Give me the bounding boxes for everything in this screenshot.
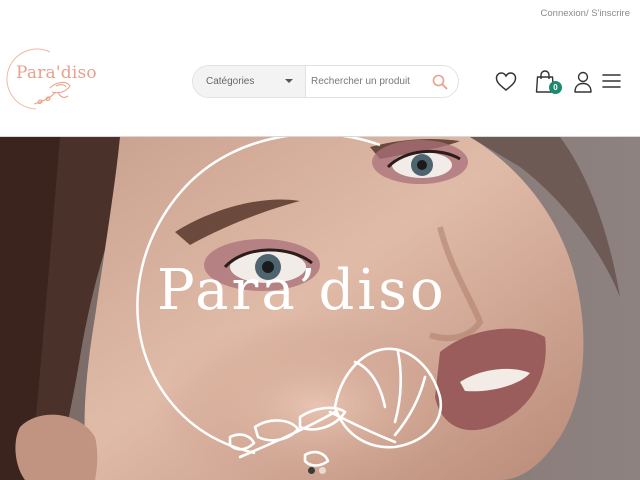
search-icon[interactable] bbox=[431, 73, 449, 91]
logo-text: Para'diso bbox=[16, 63, 97, 83]
hamburger-menu-icon[interactable] bbox=[602, 73, 621, 89]
top-bar: Connexion/ S'inscrire bbox=[0, 0, 640, 28]
hero-brand-logo: Para’diso bbox=[0, 137, 640, 480]
login-link[interactable]: Connexion bbox=[541, 8, 586, 19]
search-bar: Catégories bbox=[192, 65, 459, 98]
account-links: Connexion/ S'inscrire bbox=[541, 8, 630, 19]
hero-banner: Para’diso bbox=[0, 137, 640, 480]
category-select[interactable]: Catégories bbox=[193, 66, 306, 97]
slider-dot[interactable] bbox=[319, 467, 326, 474]
slider-dot-active[interactable] bbox=[308, 467, 315, 474]
cart-count-badge: 0 bbox=[549, 81, 562, 94]
search-input[interactable] bbox=[311, 70, 423, 93]
site-header: Para'diso Catégories 0 bbox=[0, 28, 640, 137]
user-icon[interactable] bbox=[574, 71, 592, 93]
category-select-value: Catégories bbox=[206, 76, 255, 87]
caret-down-icon bbox=[285, 79, 293, 83]
heart-icon[interactable] bbox=[495, 71, 517, 93]
slider-pagination bbox=[308, 461, 330, 479]
register-link[interactable]: S'inscrire bbox=[589, 8, 630, 19]
shopping-bag-icon[interactable]: 0 bbox=[535, 70, 562, 96]
hero-logo-text: Para’diso bbox=[157, 258, 447, 323]
site-logo[interactable]: Para'diso bbox=[6, 46, 98, 114]
